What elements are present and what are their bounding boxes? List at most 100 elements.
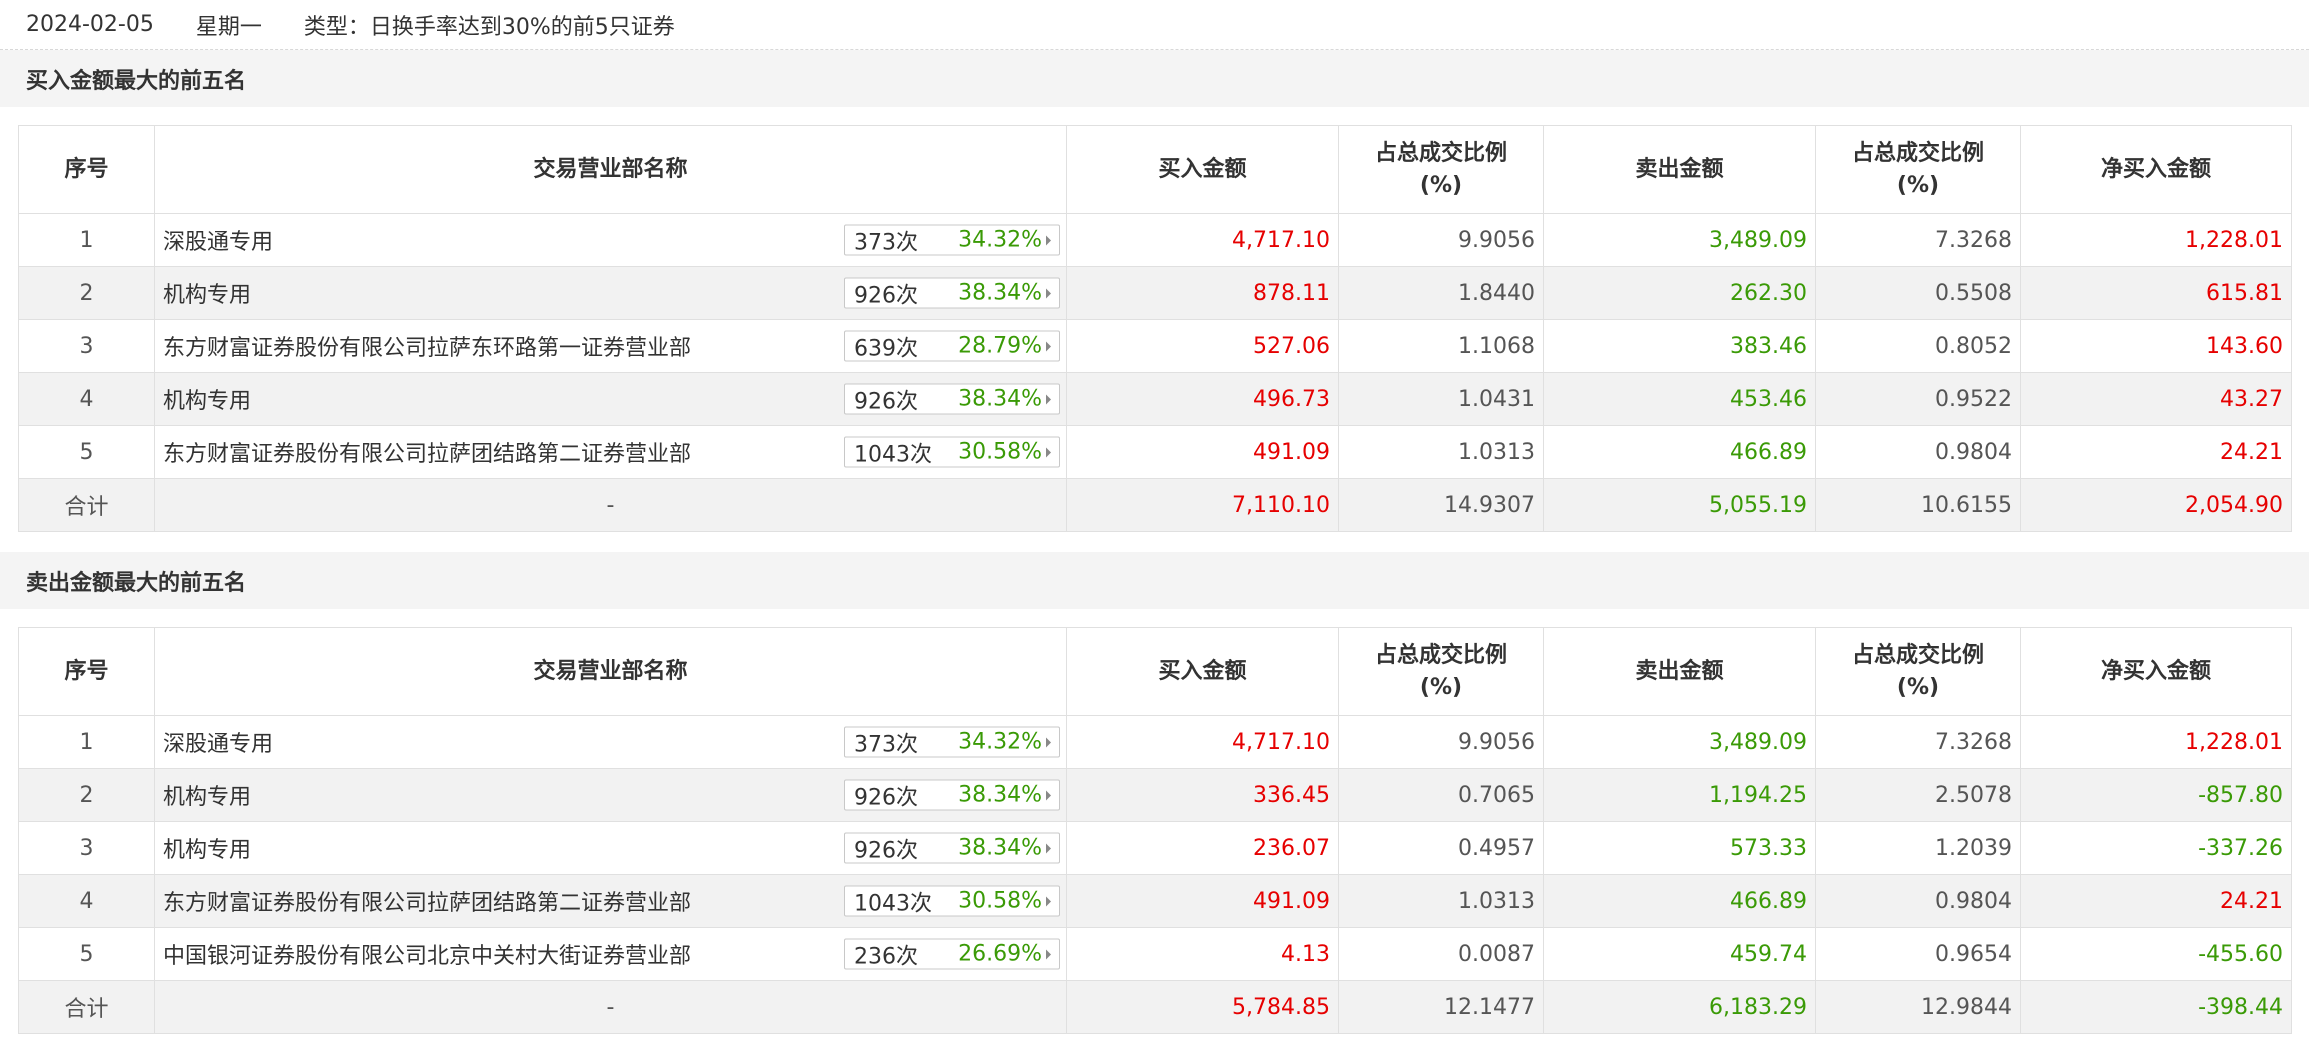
broker-stats-button[interactable]: 236次 26.69%	[844, 938, 1060, 970]
row-seq: 2	[18, 266, 155, 320]
broker-pct: 38.34%	[958, 386, 1042, 412]
row-sell: 383.46	[1543, 319, 1816, 373]
broker-name: 中国银河证券股份有限公司北京中关村大街证券营业部	[163, 944, 692, 969]
broker-count: 373次	[854, 230, 918, 255]
total-net: 2,054.90	[2020, 478, 2292, 532]
row-sell-ratio: 0.9654	[1815, 927, 2021, 981]
table-row: 4 东方财富证券股份有限公司拉萨团结路第二证券营业部 1043次 30.58% 491.…	[18, 874, 2292, 928]
col-sell: 卖出金额	[1543, 627, 1816, 716]
col-sell-ratio: 占总成交比例 (%)	[1815, 125, 2021, 214]
col-buy: 买入金额	[1066, 125, 1339, 214]
broker-name: 深股通专用	[163, 732, 274, 757]
broker-pct: 38.34%	[958, 835, 1042, 861]
broker-stats-button[interactable]: 373次 34.32%	[844, 726, 1060, 758]
row-sell: 1,194.25	[1543, 768, 1816, 822]
row-broker: 中国银河证券股份有限公司北京中关村大街证券营业部 236次 26.69%	[154, 927, 1067, 981]
row-seq: 5	[18, 927, 155, 981]
buy-section-title: 买入金额最大的前五名	[0, 50, 2309, 107]
arrow-right-icon	[1046, 790, 1051, 800]
broker-count: 373次	[854, 732, 918, 757]
broker-stats-button[interactable]: 926次 38.34%	[844, 832, 1060, 864]
total-sell: 5,055.19	[1543, 478, 1816, 532]
arrow-right-icon	[1046, 737, 1051, 747]
row-sell: 466.89	[1543, 425, 1816, 479]
row-seq: 3	[18, 319, 155, 373]
table-row: 1 深股通专用 373次 34.32% 4,717.10 9.9056 3,489.09 7.…	[18, 213, 2292, 267]
table-row: 4 机构专用 926次 38.34% 496.73 1.0431 453.46 0.9522 4…	[18, 372, 2292, 426]
row-buy-ratio: 9.9056	[1338, 715, 1544, 769]
broker-count: 926次	[854, 283, 918, 308]
arrow-right-icon	[1046, 341, 1051, 351]
broker-pct: 34.32%	[958, 729, 1042, 755]
row-buy: 491.09	[1066, 425, 1339, 479]
sell-top5-table: 序号 交易营业部名称 买入金额 占总成交比例 (%) 卖出金额 占总成交比例 (%)…	[18, 627, 2292, 1034]
row-buy: 496.73	[1066, 372, 1339, 426]
row-sell-ratio: 2.5078	[1815, 768, 2021, 822]
row-seq: 1	[18, 213, 155, 267]
col-sell: 卖出金额	[1543, 125, 1816, 214]
arrow-right-icon	[1046, 288, 1051, 298]
row-broker: 东方财富证券股份有限公司拉萨东环路第一证券营业部 639次 28.79%	[154, 319, 1067, 373]
row-net: -455.60	[2020, 927, 2292, 981]
row-buy: 491.09	[1066, 874, 1339, 928]
broker-stats-button[interactable]: 926次 38.34%	[844, 779, 1060, 811]
row-buy: 336.45	[1066, 768, 1339, 822]
row-sell: 573.33	[1543, 821, 1816, 875]
broker-name: 深股通专用	[163, 230, 274, 255]
table-row: 3 东方财富证券股份有限公司拉萨东环路第一证券营业部 639次 28.79% 527.0…	[18, 319, 2292, 373]
table-row: 2 机构专用 926次 38.34% 878.11 1.8440 262.30 0.5508 6…	[18, 266, 2292, 320]
row-sell-ratio: 1.2039	[1815, 821, 2021, 875]
broker-count: 236次	[854, 944, 918, 969]
broker-count: 639次	[854, 336, 918, 361]
row-net: 43.27	[2020, 372, 2292, 426]
broker-stats-button[interactable]: 373次 34.32%	[844, 224, 1060, 256]
row-buy-ratio: 9.9056	[1338, 213, 1544, 267]
total-sell: 6,183.29	[1543, 980, 1816, 1034]
table-header-row: 序号 交易营业部名称 买入金额 占总成交比例 (%) 卖出金额 占总成交比例 (%)…	[18, 627, 2292, 716]
row-buy: 4,717.10	[1066, 715, 1339, 769]
row-sell-ratio: 0.9804	[1815, 425, 2021, 479]
col-net: 净买入金额	[2020, 627, 2292, 716]
header-bar: 2024-02-05 星期一 类型：日换手率达到30%的前5只证券	[0, 0, 2309, 50]
total-net: -398.44	[2020, 980, 2292, 1034]
broker-name: 机构专用	[163, 389, 252, 414]
broker-name: 东方财富证券股份有限公司拉萨东环路第一证券营业部	[163, 336, 692, 361]
sell-section-title: 卖出金额最大的前五名	[0, 552, 2309, 609]
table-row: 5 东方财富证券股份有限公司拉萨团结路第二证券营业部 1043次 30.58% 491.…	[18, 425, 2292, 479]
row-sell-ratio: 7.3268	[1815, 213, 2021, 267]
row-net: 143.60	[2020, 319, 2292, 373]
row-broker: 东方财富证券股份有限公司拉萨团结路第二证券营业部 1043次 30.58%	[154, 874, 1067, 928]
row-buy-ratio: 0.7065	[1338, 768, 1544, 822]
broker-pct: 34.32%	[958, 227, 1042, 253]
col-seq: 序号	[18, 125, 155, 214]
broker-count: 926次	[854, 389, 918, 414]
broker-stats-button[interactable]: 926次 38.34%	[844, 383, 1060, 415]
broker-pct: 28.79%	[958, 333, 1042, 359]
total-name: -	[154, 478, 1067, 532]
row-broker: 深股通专用 373次 34.32%	[154, 715, 1067, 769]
broker-count: 1043次	[854, 891, 932, 916]
broker-count: 926次	[854, 838, 918, 863]
row-buy-ratio: 0.0087	[1338, 927, 1544, 981]
col-seq: 序号	[18, 627, 155, 716]
broker-stats-button[interactable]: 1043次 30.58%	[844, 436, 1060, 468]
total-label: 合计	[18, 980, 155, 1034]
broker-stats-button[interactable]: 639次 28.79%	[844, 330, 1060, 362]
broker-name: 机构专用	[163, 283, 252, 308]
row-net: 1,228.01	[2020, 715, 2292, 769]
row-buy: 4,717.10	[1066, 213, 1339, 267]
total-buy-ratio: 12.1477	[1338, 980, 1544, 1034]
table-row: 3 机构专用 926次 38.34% 236.07 0.4957 573.33 1.2039-…	[18, 821, 2292, 875]
arrow-right-icon	[1046, 447, 1051, 457]
broker-stats-button[interactable]: 926次 38.34%	[844, 277, 1060, 309]
broker-pct: 38.34%	[958, 782, 1042, 808]
row-broker: 机构专用 926次 38.34%	[154, 768, 1067, 822]
row-sell-ratio: 0.5508	[1815, 266, 2021, 320]
row-net: -337.26	[2020, 821, 2292, 875]
table-row: 1 深股通专用 373次 34.32% 4,717.10 9.9056 3,489.09 7.…	[18, 715, 2292, 769]
row-buy: 527.06	[1066, 319, 1339, 373]
total-sell-ratio: 12.9844	[1815, 980, 2021, 1034]
broker-pct: 30.58%	[958, 888, 1042, 914]
broker-stats-button[interactable]: 1043次 30.58%	[844, 885, 1060, 917]
row-seq: 2	[18, 768, 155, 822]
